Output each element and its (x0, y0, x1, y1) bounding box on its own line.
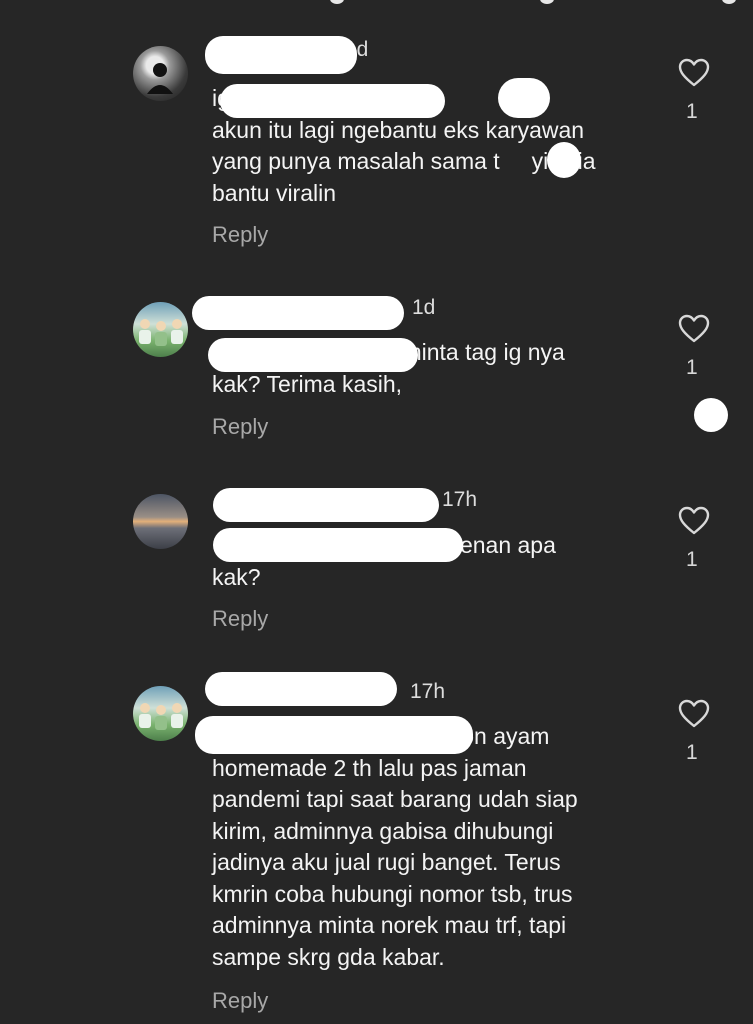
redaction (220, 84, 445, 118)
redaction (208, 338, 418, 372)
heart-outline-icon[interactable] (678, 699, 710, 729)
top-decoration (540, 0, 554, 4)
like-count: 1 (686, 741, 698, 764)
redaction (213, 488, 439, 522)
avatar[interactable] (133, 494, 188, 549)
redaction (192, 296, 404, 330)
avatar[interactable] (133, 46, 188, 101)
redaction (205, 672, 397, 706)
comment-time: 17h (410, 680, 446, 703)
comment-time: 1d (412, 296, 436, 319)
redaction (205, 36, 357, 74)
avatar[interactable] (133, 686, 188, 741)
reply-button[interactable]: Reply (212, 414, 268, 440)
reply-button[interactable]: Reply (212, 606, 268, 632)
comment-time: 17h (442, 488, 478, 511)
redaction (213, 528, 463, 562)
top-decoration (722, 0, 736, 4)
redaction (195, 716, 473, 754)
redaction (498, 78, 550, 118)
redaction (694, 398, 728, 432)
like-count: 1 (686, 100, 698, 123)
like-count: 1 (686, 356, 698, 379)
redaction (547, 142, 581, 178)
heart-outline-icon[interactable] (678, 58, 710, 88)
heart-outline-icon[interactable] (678, 314, 710, 344)
heart-outline-icon[interactable] (678, 506, 710, 536)
reply-button[interactable]: Reply (212, 222, 268, 248)
reply-button[interactable]: Reply (212, 988, 268, 1014)
comment-text: abon ayam homemade 2 th lalu pas jaman p… (212, 723, 578, 970)
like-count: 1 (686, 548, 698, 571)
top-decoration (330, 0, 344, 4)
avatar[interactable] (133, 302, 188, 357)
